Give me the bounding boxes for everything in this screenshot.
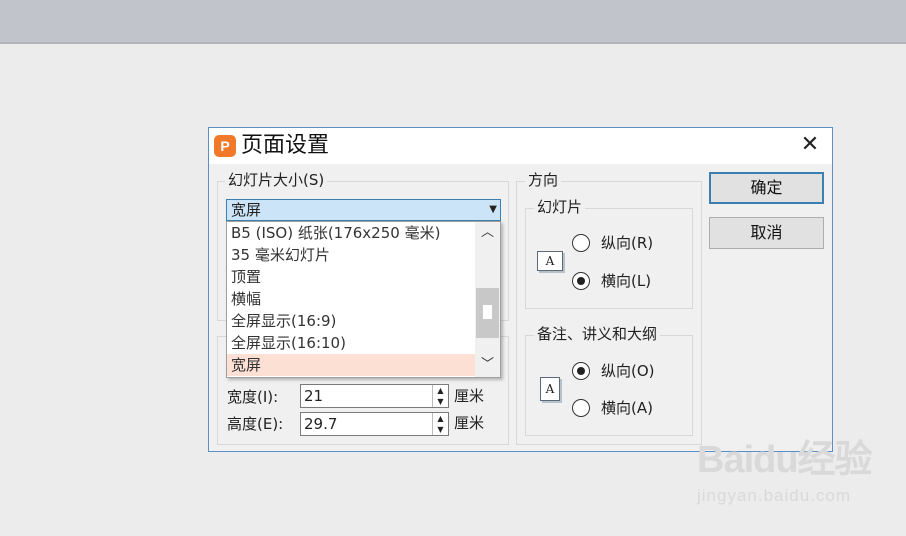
dialog-titlebar[interactable]: P 页面设置 ✕ <box>209 128 832 164</box>
list-scrollbar[interactable]: ︿ ﹀ <box>475 222 500 377</box>
slides-orientation-legend: 幻灯片 <box>534 198 586 216</box>
scroll-thumb[interactable] <box>476 288 499 338</box>
height-spin-buttons[interactable]: ▲ ▼ <box>432 413 448 435</box>
list-item-selected[interactable]: 宽屏 <box>227 354 475 376</box>
list-item[interactable]: 35 毫米幻灯片 <box>227 244 475 266</box>
notes-orientation-legend: 备注、讲义和大纲 <box>534 325 661 343</box>
height-unit: 厘米 <box>454 414 485 432</box>
cancel-button[interactable]: 取消 <box>709 217 824 249</box>
landscape-page-icon: A <box>537 251 563 271</box>
baidu-logo: Baidu经验 <box>697 439 873 481</box>
portrait-page-icon: A <box>540 377 560 401</box>
slide-size-legend: 幻灯片大小(S) <box>225 171 328 189</box>
list-item[interactable]: 横幅 <box>227 288 475 310</box>
orientation-legend: 方向 <box>525 171 562 189</box>
list-item[interactable]: B5 (ISO) 纸张(176x250 毫米) <box>227 222 475 244</box>
spin-down-icon[interactable]: ▼ <box>433 396 448 407</box>
wps-presentation-icon: P <box>214 135 236 157</box>
list-item[interactable]: 全屏显示(16:10) <box>227 332 475 354</box>
width-label: 宽度(I): <box>227 388 279 406</box>
width-spin-buttons[interactable]: ▲ ▼ <box>432 385 448 407</box>
notes-landscape-label[interactable]: 横向(A) <box>601 398 653 418</box>
notes-portrait-label[interactable]: 纵向(O) <box>601 361 655 381</box>
watermark-url: jingyan.baidu.com <box>697 486 852 505</box>
list-item[interactable]: 顶置 <box>227 266 475 288</box>
dialog-title: 页面设置 <box>241 133 330 158</box>
slide-size-options-list[interactable]: B5 (ISO) 纸张(176x250 毫米) 35 毫米幻灯片 顶置 横幅 全… <box>226 221 501 378</box>
chevron-up-icon[interactable]: ︿ <box>475 223 500 243</box>
slides-landscape-radio[interactable] <box>572 272 590 290</box>
height-value[interactable]: 29.7 <box>304 415 337 433</box>
slides-portrait-label[interactable]: 纵向(R) <box>601 233 653 253</box>
page-setup-dialog: P 页面设置 ✕ 幻灯片大小(S) 宽度(I): 21 ▲ ▼ 厘米 高度(E)… <box>208 127 833 452</box>
slide-size-select[interactable]: 宽屏 ▼ <box>226 199 501 221</box>
notes-landscape-radio[interactable] <box>572 399 590 417</box>
baidu-watermark: Baidu经验 jingyan.baidu.com <box>697 439 873 506</box>
spin-up-icon[interactable]: ▲ <box>433 385 448 396</box>
height-label: 高度(E): <box>227 415 284 433</box>
chevron-down-icon[interactable]: ▼ <box>489 200 497 220</box>
chevron-down-icon[interactable]: ﹀ <box>475 355 500 375</box>
slides-landscape-label[interactable]: 横向(L) <box>601 271 651 291</box>
width-stepper[interactable]: 21 ▲ ▼ <box>300 384 449 408</box>
slides-portrait-radio[interactable] <box>572 234 590 252</box>
height-stepper[interactable]: 29.7 ▲ ▼ <box>300 412 449 436</box>
slide-size-selected: 宽屏 <box>231 201 262 219</box>
close-icon[interactable]: ✕ <box>799 134 821 157</box>
ok-button[interactable]: 确定 <box>709 172 824 204</box>
spin-down-icon[interactable]: ▼ <box>433 424 448 435</box>
width-value[interactable]: 21 <box>304 387 323 405</box>
app-top-bar <box>0 0 906 42</box>
width-unit: 厘米 <box>454 387 485 405</box>
spin-up-icon[interactable]: ▲ <box>433 413 448 424</box>
notes-portrait-radio[interactable] <box>572 362 590 380</box>
list-item[interactable]: 全屏显示(16:9) <box>227 310 475 332</box>
